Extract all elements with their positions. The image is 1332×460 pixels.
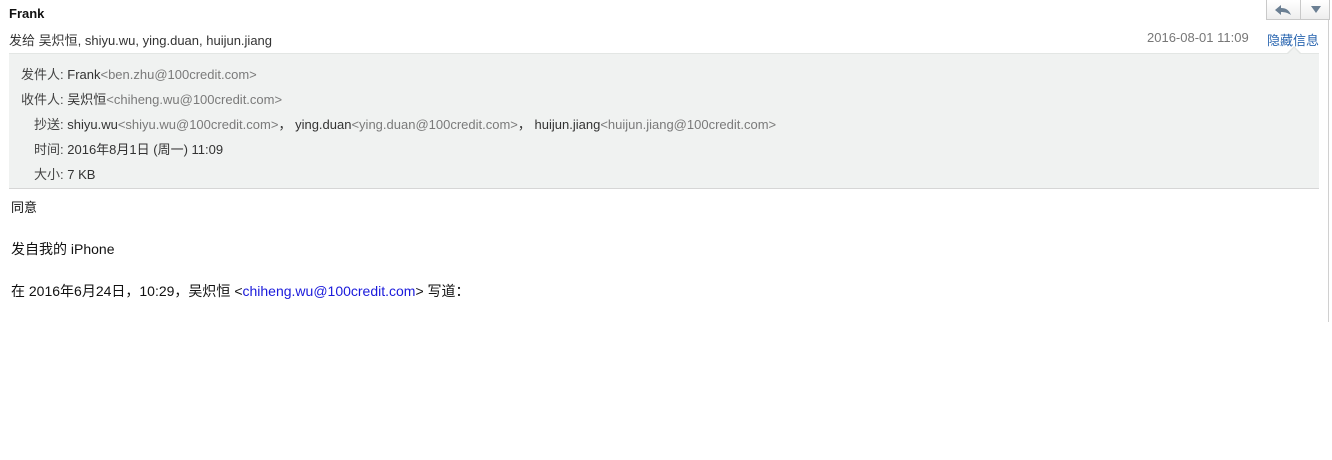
cc-separator: ，	[278, 117, 292, 132]
sender-name: Frank	[9, 6, 45, 21]
time-value: 2016年8月1日 (周一) 11:09	[67, 142, 224, 157]
message-toolbar	[1266, 0, 1330, 20]
cc-address: <shiyu.wu@100credit.com>	[117, 117, 279, 132]
quote-header: 在 2016年6月24日，10:29，吴炽恒 <chiheng.wu@100cr…	[11, 281, 470, 301]
body-line-agree: 同意	[11, 200, 38, 215]
body-line-signature: 发自我的 iPhone	[11, 241, 115, 257]
quote-suffix: > 写道：	[415, 283, 470, 299]
reply-arrow-icon	[1275, 4, 1291, 15]
cc-separator: ，	[517, 117, 531, 132]
to-row: 收件人: 吴炽恒<chiheng.wu@100credit.com>	[21, 89, 282, 108]
time-label: 时间:	[34, 142, 64, 157]
to-name[interactable]: 吴炽恒	[67, 92, 106, 107]
from-address: <ben.zhu@100credit.com>	[100, 67, 257, 82]
message-date: 2016-08-01 11:09	[1147, 30, 1249, 45]
chevron-down-icon	[1310, 6, 1321, 13]
quote-prefix: 在 2016年6月24日，10:29，吴炽恒 <	[11, 283, 243, 299]
pane-divider	[1328, 0, 1329, 322]
time-row: 时间: 2016年8月1日 (周一) 11:09	[34, 139, 223, 158]
from-row: 发件人: Frank<ben.zhu@100credit.com>	[21, 64, 257, 83]
more-actions-button[interactable]	[1300, 0, 1330, 19]
cc-address: <ying.duan@100credit.com>	[351, 117, 518, 132]
cc-row: 抄送: shiyu.wu<shiyu.wu@100credit.com>， yi…	[34, 114, 776, 133]
cc-address: <huijun.jiang@100credit.com>	[600, 117, 777, 132]
cc-label: 抄送:	[34, 117, 64, 132]
quote-email-link[interactable]: chiheng.wu@100credit.com	[243, 283, 416, 299]
reply-button[interactable]	[1267, 0, 1299, 19]
from-name[interactable]: Frank	[67, 67, 100, 82]
cc-name[interactable]: ying.duan	[295, 117, 351, 132]
from-label: 发件人:	[21, 67, 64, 82]
recipients-summary: 发给 吴炽恒, shiyu.wu, ying.duan, huijun.jian…	[9, 33, 273, 48]
cc-name[interactable]: shiyu.wu	[67, 117, 118, 132]
to-label: 收件人:	[21, 92, 64, 107]
to-address: <chiheng.wu@100credit.com>	[106, 92, 283, 107]
size-value: 7 KB	[67, 167, 96, 182]
size-label: 大小:	[34, 167, 64, 182]
size-row: 大小: 7 KB	[34, 164, 95, 183]
cc-name[interactable]: huijun.jiang	[535, 117, 601, 132]
